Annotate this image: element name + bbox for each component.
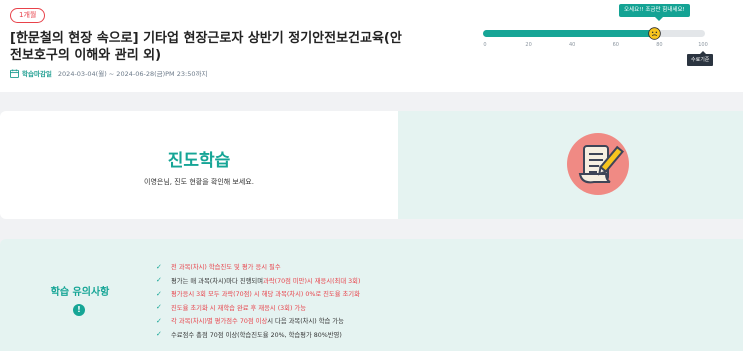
notice-item-text: 전 과목(차시) 학습진도 및 평가 응시 필수 [171, 264, 281, 272]
progress-scale: 0 20 40 60 80 100 [0, 42, 743, 52]
progress-study-title: 진도학습 [167, 151, 231, 171]
notice-item: ✓ 전 과목(차시) 학습진도 및 평가 응시 필수 [156, 260, 360, 274]
notice-item: ✓ 평가는 매 과목(차시)마다 진행되며 과락(70점 미만)시 재응시(최대 … [156, 274, 360, 288]
notice-item-text: 시 다음 과목(차시) 학습 가능 [267, 318, 344, 326]
notice-item: ✓ 각 과목(차시)별 평가점수 70점 이상 시 다음 과목(차시) 학습 가능 [156, 314, 360, 328]
notice-item: ✓ 평가응시 3회 모두 과락(70점) 시 해당 과목(차시) 0%로 진도율 … [156, 287, 360, 301]
study-period: 학습마감일 2024-03-04(월) ~ 2024-06-28(금)PM 23… [10, 68, 207, 78]
notice-item-text: 과락(70점 미만)시 재응시(최대 3회) [263, 277, 361, 285]
completion-criteria-badge: 수료기준 [687, 51, 714, 66]
check-icon: ✓ [156, 276, 162, 285]
check-icon: ✓ [156, 330, 162, 339]
notice-item-text: 각 과목(차시)별 평가점수 70점 이상 [171, 318, 268, 326]
period-label: 학습마감일 [22, 70, 52, 78]
encouragement-tooltip: 오세요!! 조금만 힘내세요! [619, 4, 690, 21]
notice-item-text: 진도율 초기화 시 재학습 완료 후 재응시 (3회) 가능 [171, 304, 307, 312]
face-emoji-icon [648, 27, 661, 40]
check-icon: ✓ [156, 262, 162, 271]
check-icon: ✓ [156, 316, 162, 325]
period-value: 2024-03-04(월) ~ 2024-06-28(금)PM 23:50까지 [57, 70, 208, 78]
progress-tick-label: 40 [569, 42, 576, 48]
notice-item-text: 수료점수 총점 70점 이상(학습진도율 20%, 학습평가 80%반영) [171, 331, 342, 339]
exclamation-icon: ! [73, 304, 85, 316]
duration-badge: 1개월 [10, 8, 46, 23]
check-icon: ✓ [156, 289, 162, 298]
progress-tick-label: 100 [698, 42, 708, 48]
study-document-icon [567, 133, 629, 195]
progress-tick-label: 20 [525, 42, 532, 48]
progress-tick-label: 60 [612, 42, 619, 48]
notice-title: 학습 유의사항 [50, 287, 110, 298]
notice-item-text: 평가응시 3회 모두 과락(70점) 시 해당 과목(차시) 0%로 진도율 초… [171, 291, 360, 299]
course-header: 1개월 [한문철의 현장 속으로] 기타업 현장근로자 상반기 정기안전보건교육… [0, 0, 743, 92]
check-icon: ✓ [156, 303, 162, 312]
progress-tick-label: 0 [483, 42, 487, 48]
notice-list: ✓ 전 과목(차시) 학습진도 및 평가 응시 필수 ✓ 평가는 매 과목(차시)마다… [156, 260, 360, 341]
calendar-icon [10, 68, 19, 78]
notice-item-text: 평가는 매 과목(차시)마다 진행되며 [171, 277, 264, 285]
progress-study-subtitle: 이영은님, 진도 현황을 확인해 보세요. [144, 178, 254, 186]
progress-fill [483, 30, 657, 37]
notice-item: ✓ 수료점수 총점 70점 이상(학습진도율 20%, 학습평가 80%반영) [156, 328, 360, 342]
notice-item: ✓ 진도율 초기화 시 재학습 완료 후 재응시 (3회) 가능 [156, 301, 360, 315]
progress-track [483, 30, 705, 37]
progress-tick-label: 80 [656, 42, 663, 48]
